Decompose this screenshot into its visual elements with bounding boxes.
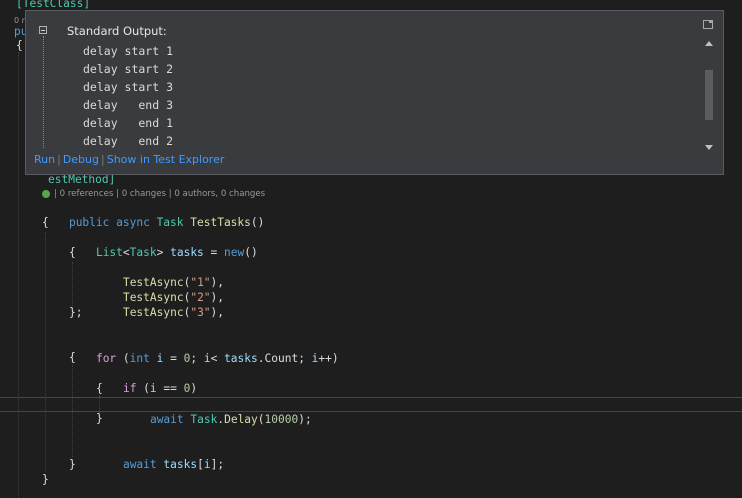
number-literal: 10000 <box>264 413 299 426</box>
variable: tasks <box>163 458 198 471</box>
punctuation: { <box>96 382 103 395</box>
punctuation: ), <box>210 306 225 319</box>
method-name: Delay <box>224 413 258 426</box>
code-line-brace[interactable]: { <box>69 350 76 365</box>
code-line-brace[interactable]: { <box>69 245 76 260</box>
punctuation: [ <box>197 458 204 471</box>
punctuation: } <box>42 473 49 486</box>
output-line: delay start 2 <box>83 62 174 76</box>
code-line-method-signature[interactable]: public async Task TestTasks() <box>42 200 264 229</box>
string-literal: "3" <box>190 306 211 319</box>
variable: i <box>203 352 211 365</box>
punctuation: } <box>96 412 103 425</box>
code-line-brace[interactable]: } <box>42 472 49 487</box>
collapse-icon[interactable] <box>39 26 47 34</box>
type-name: List <box>95 246 123 259</box>
codelens-info[interactable]: | 0 references | 0 changes | 0 authors, … <box>54 188 265 200</box>
keyword: new <box>224 246 245 259</box>
punctuation: . <box>257 352 265 365</box>
punctuation: () <box>244 246 258 259</box>
maximize-icon[interactable] <box>703 20 713 29</box>
code-line-await-tasks[interactable]: await tasks[i]; <box>96 442 224 471</box>
punctuation: > <box>156 246 164 259</box>
punctuation: ( <box>136 382 150 395</box>
punctuation: ]; <box>210 458 225 471</box>
test-output-popup: Standard Output: delay start 1 delay sta… <box>25 10 724 175</box>
current-line-highlight <box>0 397 742 412</box>
output-scrollbar[interactable] <box>703 38 715 150</box>
run-link[interactable]: Run <box>34 153 55 166</box>
indent-guide <box>45 232 46 472</box>
code-line-await-delay[interactable]: await Task.Delay(10000); <box>123 397 312 426</box>
punctuation: ); <box>298 413 312 426</box>
test-passed-icon[interactable] <box>42 190 50 198</box>
punctuation: { <box>69 351 76 364</box>
property: Count <box>264 352 299 365</box>
type-name: Task <box>129 246 157 259</box>
output-line: delay end 1 <box>83 116 174 130</box>
control-keyword: if <box>122 382 137 395</box>
indent-guide <box>18 52 19 498</box>
variable: tasks <box>224 352 258 365</box>
punctuation: < <box>122 246 130 259</box>
punctuation: { <box>42 216 49 229</box>
control-keyword: for <box>95 352 117 365</box>
punctuation: ; <box>298 352 312 365</box>
punctuation: < <box>210 352 225 365</box>
punctuation: }; <box>69 306 83 319</box>
variable: i <box>203 458 211 471</box>
code-line-test-async-call[interactable]: TestAsync("3"), <box>96 290 224 319</box>
code-line-brace[interactable]: }; <box>69 305 82 320</box>
punctuation: ) <box>190 382 198 395</box>
punctuation: ( <box>116 352 130 365</box>
type-name: Task <box>156 216 184 229</box>
code-line-list-declaration[interactable]: List<Task> tasks = new() <box>69 230 258 259</box>
popup-title: Standard Output: <box>67 24 167 38</box>
code-line-brace[interactable]: } <box>96 411 103 426</box>
punctuation: = <box>203 246 225 259</box>
variable: tasks <box>170 246 204 259</box>
scroll-up-icon[interactable] <box>705 41 713 46</box>
popup-action-links: Run | Debug | Show in Test Explorer <box>34 153 224 166</box>
link-separator: | <box>57 153 61 166</box>
class-open-brace: { <box>16 39 23 52</box>
code-line-test-async-call[interactable]: TestAsync("1"), <box>96 260 224 289</box>
punctuation: ++) <box>318 352 339 365</box>
variable: i <box>149 382 157 395</box>
punctuation: ; <box>190 352 204 365</box>
output-line: delay end 2 <box>83 134 174 148</box>
scroll-thumb[interactable] <box>705 70 713 120</box>
punctuation: () <box>250 216 265 229</box>
show-in-test-explorer-link[interactable]: Show in Test Explorer <box>107 153 225 166</box>
method-name: TestTasks <box>190 216 251 229</box>
link-separator: | <box>101 153 105 166</box>
code-line-brace[interactable]: } <box>69 457 76 472</box>
code-line-if-statement[interactable]: if (i == 0) <box>96 366 197 395</box>
punctuation: { <box>69 246 76 259</box>
punctuation: == <box>156 382 184 395</box>
punctuation: } <box>69 458 76 471</box>
scroll-down-icon[interactable] <box>705 145 713 150</box>
method-name: TestAsync <box>122 306 184 319</box>
output-line: delay start 1 <box>83 44 174 58</box>
standard-output-list[interactable]: delay start 1 delay start 2 delay start … <box>83 42 173 150</box>
punctuation: ( <box>257 413 265 426</box>
keyword: await <box>149 413 184 426</box>
output-line: delay end 3 <box>83 98 174 112</box>
output-line: delay start 3 <box>83 80 174 94</box>
code-line-for-loop[interactable]: for (int i = 0; i< tasks.Count; i++) <box>69 336 339 365</box>
code-line-brace[interactable]: { <box>96 381 103 396</box>
debug-link[interactable]: Debug <box>63 153 99 166</box>
tree-connector <box>43 36 44 148</box>
code-line-brace[interactable]: { <box>42 215 49 230</box>
keyword: public <box>68 216 110 229</box>
keyword: async <box>116 216 150 229</box>
keyword: int <box>129 352 150 365</box>
type-name: Task <box>190 413 218 426</box>
punctuation: = <box>163 352 184 365</box>
code-line-test-async-call[interactable]: TestAsync("2"), <box>96 275 224 304</box>
keyword: await <box>122 458 157 471</box>
